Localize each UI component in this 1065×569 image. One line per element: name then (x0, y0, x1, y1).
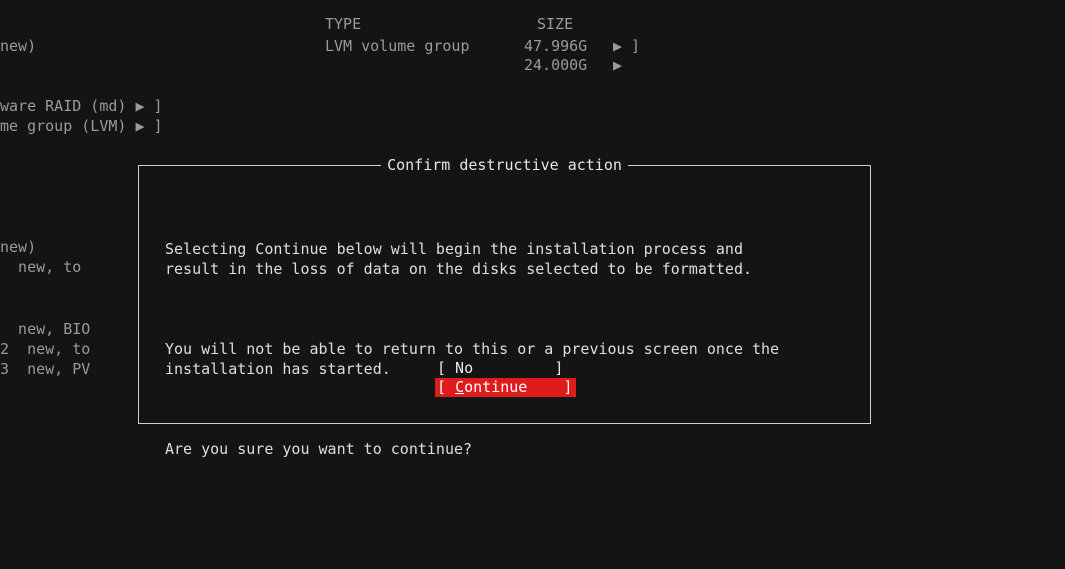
column-header-size: SIZE (537, 15, 574, 33)
dialog-title-bar: Confirm destructive action (139, 155, 870, 175)
used-device-line: 2 new, to (0, 340, 91, 358)
continue-button-mnemonic: C (455, 378, 465, 396)
device-row-name[interactable]: new) (0, 36, 36, 56)
device-row-arrow[interactable]: ▶ (613, 55, 622, 75)
dialog-button-group: [ No ] [ Continue ] (435, 359, 576, 397)
continue-button[interactable]: [ Continue ] (435, 378, 576, 397)
column-header-type: TYPE (325, 15, 362, 33)
used-device-line: new) (0, 238, 37, 256)
device-row-size: 24.000G (524, 56, 588, 74)
no-button[interactable]: [ No ] (435, 359, 576, 378)
create-volume-group-action[interactable]: me group (LVM) ▶ ] (0, 116, 163, 136)
device-row-size: 47.996G (524, 37, 588, 55)
used-device-line: 3 new, PV (0, 360, 91, 378)
dialog-warning-text: Selecting Continue below will begin the … (165, 240, 752, 278)
dialog-question-text: Are you sure you want to continue? (165, 440, 473, 458)
continue-button-rest: ontinue ] (464, 378, 573, 396)
used-device-line: new, BIO (0, 320, 91, 338)
dialog-title: Confirm destructive action (381, 156, 628, 174)
used-device-line: new, to (0, 258, 82, 276)
device-row-arrow[interactable]: ▶ ] (613, 36, 640, 56)
continue-button-open: [ (437, 378, 456, 396)
create-software-raid-action[interactable]: ware RAID (md) ▶ ] (0, 96, 163, 116)
device-row-type: LVM volume group (325, 37, 470, 55)
confirm-destructive-action-dialog: Confirm destructive action Selecting Con… (138, 156, 871, 458)
